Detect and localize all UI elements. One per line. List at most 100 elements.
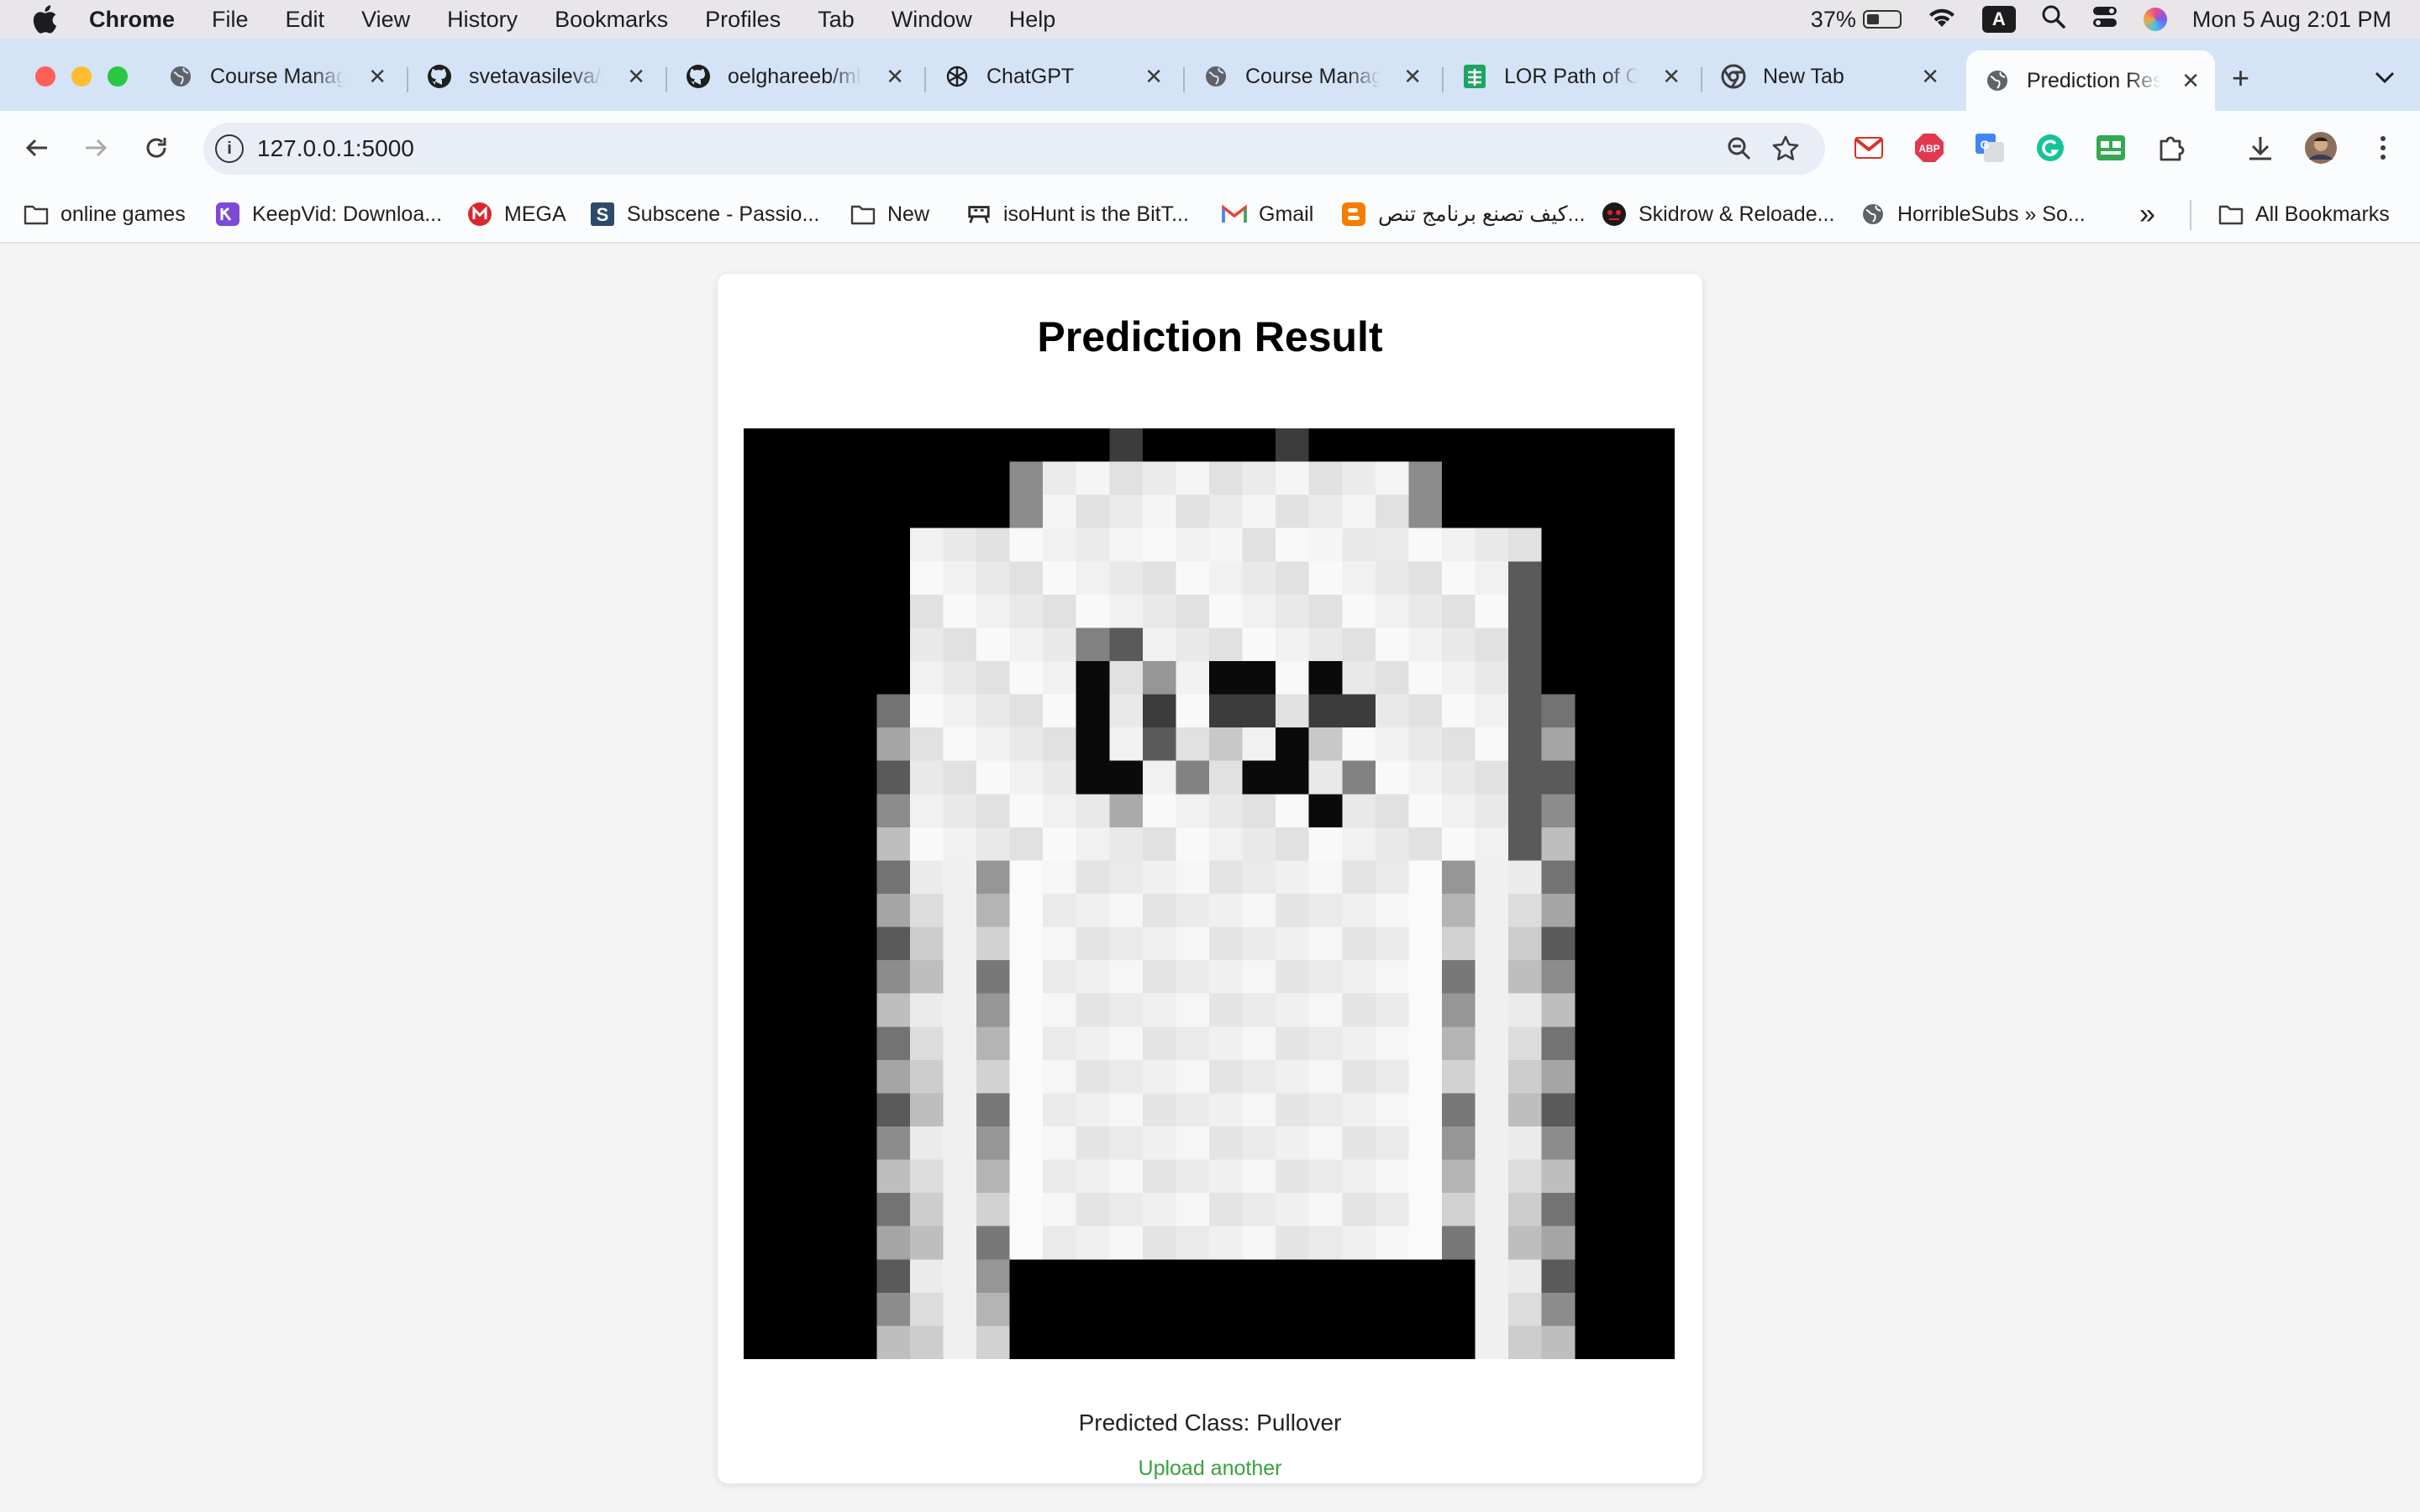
all-bookmarks-button[interactable]: All Bookmarks	[2218, 198, 2390, 230]
bookmark-skidrow[interactable]: Skidrow & Reloade...	[1602, 198, 1834, 230]
bookmarks-bar: online games KeepVid: Downloa... MEGA S …	[0, 185, 2420, 244]
close-tab-icon[interactable]: ✕	[2181, 68, 2200, 94]
close-tab-icon[interactable]: ✕	[368, 64, 387, 90]
control-center-icon[interactable]	[2091, 5, 2118, 34]
image-pixel	[1109, 1093, 1143, 1126]
image-pixel	[1009, 1126, 1044, 1160]
bookmark-subscene[interactable]: S Subscene - Passio...	[590, 198, 819, 230]
bookmarks-overflow-button[interactable]: »	[2139, 198, 2155, 230]
site-info-icon[interactable]: i	[215, 134, 244, 163]
bookmark-gmail[interactable]: Gmail	[1222, 198, 1313, 230]
zoom-icon[interactable]	[1726, 135, 1753, 166]
close-tab-icon[interactable]: ✕	[1403, 64, 1422, 90]
menubar-datetime[interactable]: Mon 5 Aug 2:01 PM	[2192, 7, 2391, 33]
upload-another-link[interactable]: Upload another	[718, 1457, 1702, 1481]
download-icon[interactable]	[2244, 131, 2277, 165]
bookmark-horriblesubs[interactable]: HorribleSubs » So...	[1860, 198, 2086, 230]
reload-button[interactable]	[138, 129, 175, 166]
image-pixel	[1109, 1193, 1143, 1226]
menu-bookmarks[interactable]: Bookmarks	[555, 7, 668, 33]
image-pixel	[1541, 1326, 1576, 1359]
image-pixel	[1043, 1059, 1076, 1094]
image-pixel	[1442, 1059, 1476, 1094]
profile-avatar[interactable]	[2304, 131, 2338, 165]
input-source-icon[interactable]: A	[1981, 6, 2016, 33]
bookmark-label: MEGA	[504, 202, 566, 226]
tab-search-chevron-icon[interactable]	[2368, 60, 2402, 94]
fullscreen-window-button[interactable]	[108, 66, 128, 87]
gmail-extension-icon[interactable]	[1852, 131, 1886, 165]
tab-github-oelghareeb[interactable]: oelghareeb/ml ✕	[667, 50, 919, 102]
extensions-puzzle-icon[interactable]	[2154, 131, 2188, 165]
back-button[interactable]	[18, 129, 55, 166]
image-pixel	[1009, 760, 1044, 795]
tab-chatgpt[interactable]: ChatGPT ✕	[926, 50, 1178, 102]
menu-file[interactable]: File	[212, 7, 249, 33]
tab-course-management-1[interactable]: Course Manag ✕	[150, 50, 402, 102]
image-pixel	[1176, 694, 1209, 728]
tab-course-management-2[interactable]: Course Manag ✕	[1185, 50, 1437, 102]
macos-menu-bar: Chrome File Edit View History Bookmarks …	[0, 0, 2420, 39]
image-pixel	[943, 1026, 976, 1060]
menu-window[interactable]: Window	[892, 7, 972, 33]
tab-lor-path[interactable]: LOR Path of Cl ✕	[1444, 50, 1696, 102]
adblock-plus-icon[interactable]: ABP	[1912, 131, 1946, 165]
chrome-menu-icon[interactable]	[2366, 131, 2400, 165]
grammarly-icon[interactable]	[2033, 131, 2067, 165]
close-tab-icon[interactable]: ✕	[1921, 64, 1939, 90]
wifi-icon[interactable]	[1927, 5, 1957, 34]
close-tab-icon[interactable]: ✕	[627, 64, 645, 90]
close-tab-icon[interactable]: ✕	[886, 64, 904, 90]
bookmark-arabic-blog[interactable]: كيف تصنع برنامج تنص...	[1341, 198, 1585, 230]
minimize-window-button[interactable]	[71, 66, 92, 87]
image-pixel	[1242, 1093, 1276, 1126]
image-pixel	[1508, 794, 1542, 827]
url-text[interactable]: 127.0.0.1:5000	[257, 135, 414, 162]
menu-history[interactable]: History	[447, 7, 518, 33]
bookmark-star-icon[interactable]	[1771, 134, 1800, 167]
image-pixel	[1276, 894, 1309, 927]
menu-tab[interactable]: Tab	[818, 7, 855, 33]
close-tab-icon[interactable]: ✕	[1144, 64, 1163, 90]
menu-app-name[interactable]: Chrome	[89, 7, 175, 33]
bookmark-online-games[interactable]: online games	[24, 198, 186, 230]
tab-new-tab[interactable]: New Tab ✕	[1702, 50, 1954, 102]
bookmark-new-folder[interactable]: New	[850, 198, 929, 230]
image-pixel	[1308, 694, 1343, 728]
bookmark-mega[interactable]: MEGA	[467, 198, 566, 230]
image-pixel	[1475, 1226, 1509, 1260]
predicted-class-label: Predicted Class:	[1078, 1410, 1250, 1436]
image-pixel	[909, 960, 944, 994]
image-pixel	[1043, 661, 1076, 695]
image-pixel	[1076, 993, 1110, 1027]
tab-prediction-result[interactable]: Prediction Res ✕	[1966, 50, 2215, 111]
menu-help[interactable]: Help	[1009, 7, 1056, 33]
menu-view[interactable]: View	[361, 7, 410, 33]
google-translate-icon[interactable]: G	[1973, 131, 2007, 165]
close-window-button[interactable]	[35, 66, 55, 87]
close-tab-icon[interactable]: ✕	[1662, 64, 1681, 90]
battery-status[interactable]: 37%	[1811, 7, 1902, 33]
predicted-class-value: Pullover	[1256, 1410, 1342, 1436]
image-pixel	[1408, 1026, 1442, 1060]
tab-github-svetavasileva[interactable]: svetavasileva/c ✕	[408, 50, 660, 102]
image-pixel	[1043, 1026, 1076, 1060]
apple-menu-icon[interactable]	[32, 5, 62, 34]
bookmark-keepvid[interactable]: KeepVid: Downloa...	[215, 198, 442, 230]
address-bar[interactable]: i 127.0.0.1:5000	[203, 123, 1825, 175]
image-pixel	[943, 794, 976, 827]
image-pixel	[1475, 594, 1509, 628]
bookmark-isohunt[interactable]: isoHunt is the BitT...	[966, 198, 1189, 230]
image-pixel	[1109, 760, 1143, 795]
menu-profiles[interactable]: Profiles	[705, 7, 781, 33]
forward-button[interactable]	[77, 129, 114, 166]
siri-icon[interactable]	[2143, 8, 2167, 31]
menu-edit[interactable]: Edit	[286, 7, 325, 33]
new-tab-button[interactable]: +	[2232, 60, 2249, 96]
image-pixel	[1043, 495, 1076, 528]
image-pixel	[1408, 727, 1442, 761]
image-pixel	[1242, 760, 1276, 795]
meet-extension-icon[interactable]	[2094, 131, 2128, 165]
image-pixel	[1043, 727, 1076, 761]
spotlight-search-icon[interactable]	[2041, 4, 2066, 35]
